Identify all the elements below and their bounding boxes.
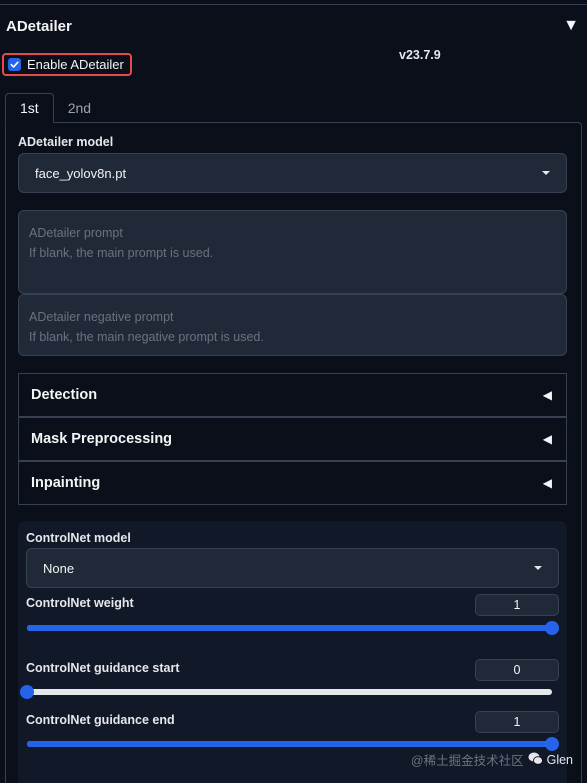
adetailer-model-label: ADetailer model (18, 135, 114, 149)
controlnet-guidance-end-slider[interactable] (27, 737, 559, 751)
triangle-left-icon: ◀ (542, 476, 552, 490)
adetailer-accordion-header[interactable]: ADetailer ▼ (6, 12, 581, 40)
tab-1st[interactable]: 1st (5, 93, 54, 123)
slider-thumb[interactable] (20, 685, 34, 699)
adetailer-model-dropdown[interactable]: face_yolov8n.pt (18, 153, 567, 193)
triangle-left-icon: ◀ (542, 432, 552, 446)
mask-preprocessing-label: Mask Preprocessing (31, 431, 173, 447)
detection-label: Detection (31, 387, 98, 403)
accordion-title: ADetailer (6, 17, 72, 35)
inpainting-label: Inpainting (31, 475, 101, 491)
tab-2nd[interactable]: 2nd (54, 93, 105, 123)
controlnet-guidance-end-number[interactable]: 1 (475, 711, 559, 733)
adetailer-negative-prompt-input[interactable]: ADetailer negative prompt If blank, the … (18, 294, 567, 356)
slider-fill (27, 625, 552, 631)
slider-fill (27, 741, 552, 747)
controlnet-guidance-end-label: ControlNet guidance end (26, 713, 175, 727)
chevron-down-icon (542, 171, 550, 175)
negative-prompt-placeholder-title: ADetailer negative prompt (29, 310, 174, 324)
inpainting-accordion[interactable]: Inpainting ◀ (18, 461, 567, 505)
detection-accordion[interactable]: Detection ◀ (18, 373, 567, 417)
controlnet-guidance-start-label: ControlNet guidance start (26, 661, 180, 675)
adetailer-model-value: face_yolov8n.pt (35, 165, 127, 181)
watermark: @稀土掘金技术社区 Glen (411, 750, 573, 769)
controlnet-model-dropdown[interactable]: None (26, 548, 559, 588)
triangle-left-icon: ◀ (542, 388, 552, 402)
triangle-down-icon[interactable]: ▼ (563, 17, 579, 35)
prompt-placeholder-title: ADetailer prompt (29, 226, 123, 240)
watermark-source: @稀土掘金技术社区 (410, 754, 524, 768)
slider-thumb[interactable] (545, 737, 559, 751)
controlnet-model-value: None (43, 560, 75, 576)
controlnet-guidance-start-number[interactable]: 0 (475, 659, 559, 681)
controlnet-guidance-start-slider[interactable] (20, 685, 552, 699)
wechat-icon (528, 752, 543, 768)
controlnet-weight-number[interactable]: 1 (475, 594, 559, 616)
adetailer-prompt-input[interactable]: ADetailer prompt If blank, the main prom… (18, 210, 567, 294)
controlnet-model-label: ControlNet model (26, 531, 131, 545)
tab-bar: 1st 2nd (5, 93, 105, 123)
checkmark-icon[interactable] (8, 58, 21, 71)
watermark-name: Glen (546, 752, 573, 767)
slider-thumb[interactable] (545, 621, 559, 635)
mask-preprocessing-accordion[interactable]: Mask Preprocessing ◀ (18, 417, 567, 461)
controlnet-weight-slider[interactable] (27, 621, 559, 635)
version-label: v23.7.9 (399, 48, 441, 62)
negative-prompt-placeholder-hint: If blank, the main negative prompt is us… (29, 330, 264, 344)
enable-adetailer-label: Enable ADetailer (27, 57, 124, 72)
prompt-placeholder-hint: If blank, the main prompt is used. (29, 246, 214, 260)
enable-adetailer-checkbox[interactable]: Enable ADetailer (2, 53, 132, 76)
controlnet-weight-label: ControlNet weight (26, 596, 134, 610)
chevron-down-icon (534, 566, 542, 570)
